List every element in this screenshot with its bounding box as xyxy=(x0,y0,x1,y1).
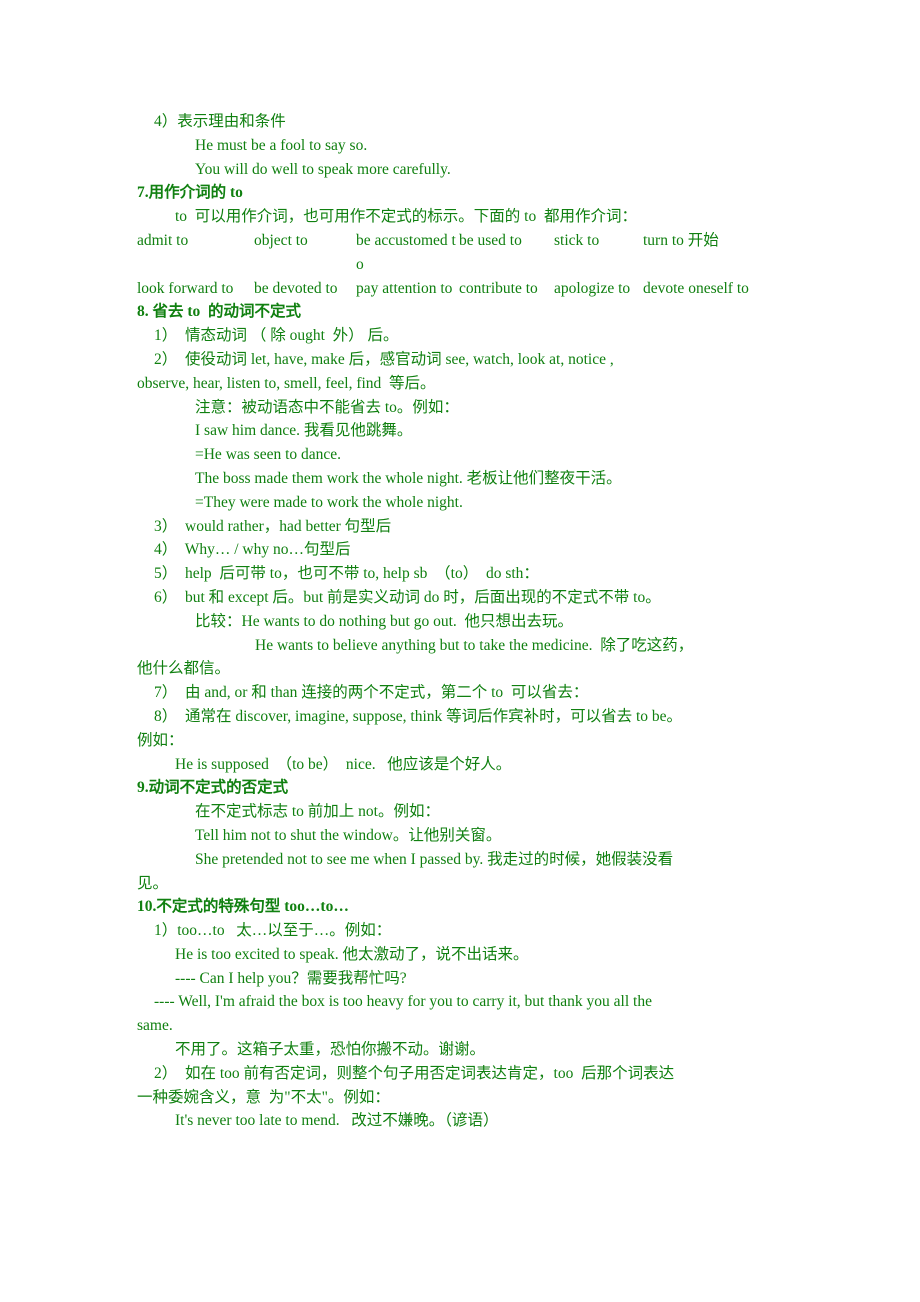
paragraph: 见。 xyxy=(137,874,169,892)
table-cell: contribute to xyxy=(459,279,538,297)
example-sentence: I saw him dance. 我看见他跳舞。 xyxy=(195,422,413,440)
example-sentence: He is supposed （to be） nice. 他应该是个好人。 xyxy=(175,755,512,773)
document-body: 4）表示理由和条件 He must be a fool to say so. Y… xyxy=(137,110,783,1133)
list-item: 1） 情态动词 （ 除 ought 外） 后。 xyxy=(154,327,399,345)
paragraph: 一种委婉含义，意 为"不太"。例如： xyxy=(137,1088,390,1106)
list-item: 2） 如在 too 前有否定词，则整个句子用否定词表达肯定，too 后那个词表达 xyxy=(154,1064,675,1082)
table-row: admit to object to be accustomed to be u… xyxy=(137,229,783,277)
paragraph: observe, hear, listen to, smell, feel, f… xyxy=(137,374,436,392)
list-item: 4） Why… / why no…句型后 xyxy=(154,541,351,559)
example-sentence: He wants to believe anything but to take… xyxy=(255,636,694,654)
example-sentence: ---- Can I help you？需要我帮忙吗? xyxy=(175,969,407,987)
example-sentence: It's never too late to mend. 改过不嫌晚。（谚语） xyxy=(175,1112,499,1130)
example-sentence: =They were made to work the whole night. xyxy=(195,493,463,511)
translation: 不用了。这箱子太重，恐怕你搬不动。谢谢。 xyxy=(175,1041,486,1059)
paragraph: 在不定式标志 to 前加上 not。例如： xyxy=(195,803,440,821)
list-item: 7） 由 and, or 和 than 连接的两个不定式，第二个 to 可以省去… xyxy=(154,684,589,702)
section-heading-7: 7.用作介词的 to xyxy=(137,184,243,202)
list-item: 1）too…to 太…以至于…。例如： xyxy=(154,922,392,940)
example-sentence: The boss made them work the whole night.… xyxy=(195,469,622,487)
example-sentence: =He was seen to dance. xyxy=(195,446,342,464)
example-sentence: 比较：He wants to do nothing but go out. 他只… xyxy=(195,612,574,630)
list-item: 2） 使役动词 let, have, make 后，感官动词 see, watc… xyxy=(154,350,614,368)
list-item: 3） would rather，had better 句型后 xyxy=(154,517,392,535)
table-cell: be used to xyxy=(459,231,522,249)
list-item: 8） 通常在 discover, imagine, suppose, think… xyxy=(154,707,683,725)
example-sentence: ---- Well, I'm afraid the box is too hea… xyxy=(154,993,652,1011)
example-sentence: She pretended not to see me when I passe… xyxy=(195,850,674,868)
list-item: 6） but 和 except 后。but 前是实义动词 do 时，后面出现的不… xyxy=(154,588,661,606)
example-sentence: Tell him not to shut the window。让他别关窗。 xyxy=(195,826,502,844)
section-heading-8: 8. 省去 to 的动词不定式 xyxy=(137,303,302,321)
table-row: look forward to be devoted to pay attent… xyxy=(137,277,783,301)
preposition-to-table: admit to object to be accustomed to be u… xyxy=(137,229,783,300)
example-sentence: He is too excited to speak. 他太激动了，说不出话来。 xyxy=(175,945,529,963)
table-cell: admit to xyxy=(137,231,189,249)
section-heading-10: 10.不定式的特殊句型 too…to… xyxy=(137,898,349,916)
list-item: 4）表示理由和条件 xyxy=(154,113,286,130)
document-page: 4）表示理由和条件 He must be a fool to say so. Y… xyxy=(0,0,920,1302)
table-cell: apologize to xyxy=(554,279,631,297)
table-cell: pay attention to xyxy=(356,279,453,297)
paragraph: same. xyxy=(137,1017,173,1035)
table-cell: look forward to xyxy=(137,279,234,297)
list-item: 5） help 后可带 to，也可不带 to, help sb （to） do … xyxy=(154,565,539,583)
section-heading-9: 9.动词不定式的否定式 xyxy=(137,779,289,797)
paragraph: to 可以用作介词，也可用作不定式的标示。下面的 to 都用作介词： xyxy=(175,208,637,226)
paragraph: 例如： xyxy=(137,731,184,749)
table-cell: be accustomed to xyxy=(356,231,456,273)
example-sentence: He must be a fool to say so. xyxy=(195,136,368,154)
table-cell: object to xyxy=(254,231,308,249)
table-cell: turn to 开始 xyxy=(643,231,719,249)
table-cell: be devoted to xyxy=(254,279,338,297)
note: 注意：被动语态中不能省去 to。例如： xyxy=(195,398,459,416)
example-sentence: You will do well to speak more carefully… xyxy=(195,160,451,178)
table-cell: devote oneself to xyxy=(643,279,749,297)
table-cell: stick to xyxy=(554,231,600,249)
paragraph: 他什么都信。 xyxy=(137,660,231,678)
